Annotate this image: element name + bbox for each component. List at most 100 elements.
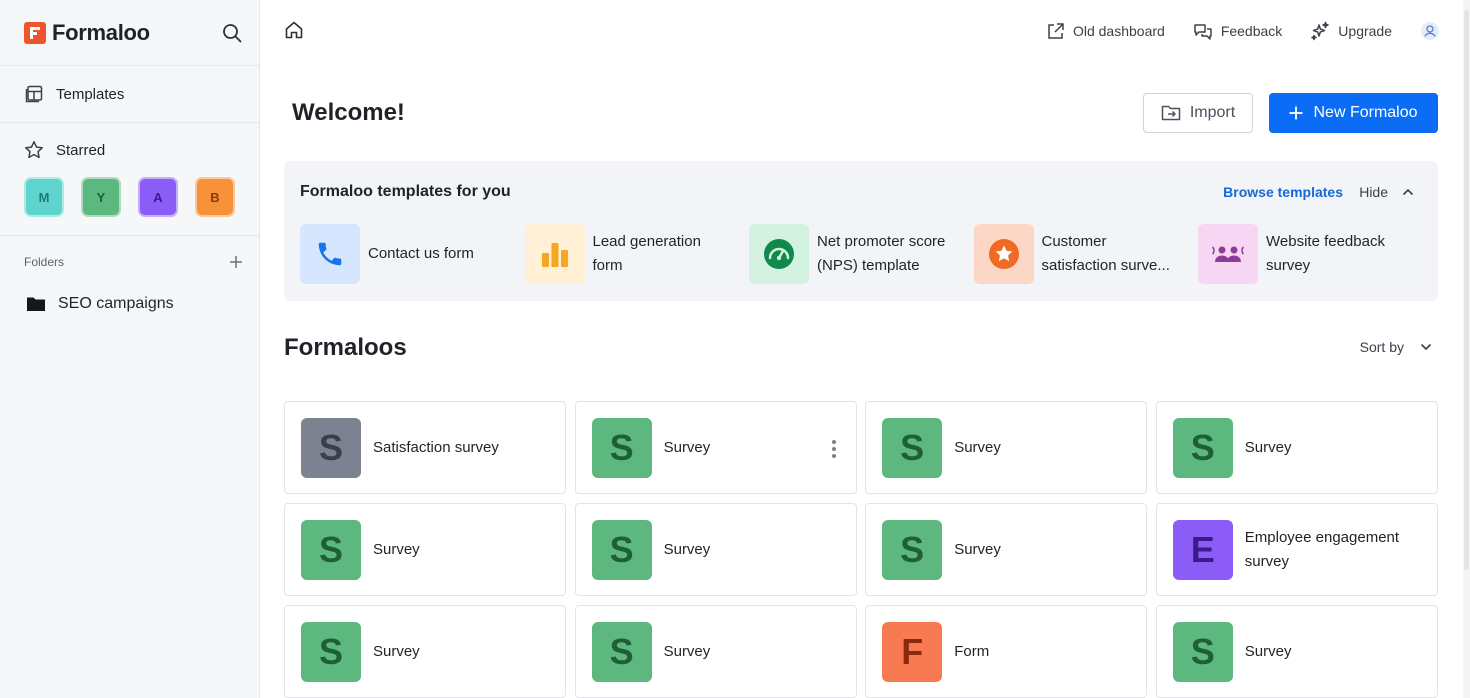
bar-chart-icon [524, 224, 585, 284]
external-link-icon [1048, 22, 1064, 39]
logo-row: Formaloo [0, 0, 259, 66]
folders-label: Folders [24, 255, 65, 269]
formaloo-card[interactable]: S Survey [284, 605, 566, 698]
page-title: Welcome! [292, 99, 405, 126]
formaloo-card-title: Survey [663, 642, 711, 660]
formaloo-card[interactable]: S Survey [1155, 401, 1438, 494]
templates-panel: Formaloo templates for you Browse templa… [284, 161, 1438, 301]
formaloo-card-title: Survey [954, 540, 1001, 558]
sort-by-dropdown[interactable]: Sort by [1360, 339, 1432, 355]
kebab-dot-icon [831, 447, 836, 451]
gauge-icon [749, 224, 809, 284]
main-content: Welcome! Import New Formaloo Formaloo te… [284, 66, 1438, 698]
starred-item-badge[interactable]: A [138, 177, 178, 217]
formaloo-letter-avatar: E [1172, 519, 1233, 580]
formaloo-card-title: Survey [954, 438, 1001, 456]
search-button[interactable] [222, 23, 242, 43]
plus-icon [1289, 106, 1303, 120]
add-folder-button[interactable] [229, 255, 243, 269]
user-avatar-button[interactable] [1420, 21, 1440, 41]
formaloo-card-title: Survey [1244, 642, 1292, 660]
chevron-down-icon [1420, 343, 1432, 351]
templates-section: Templates [0, 66, 259, 123]
template-card[interactable]: Website feedback survey [1198, 224, 1423, 284]
formaloo-card[interactable]: S Survey [574, 401, 857, 494]
formaloo-logo-icon [24, 21, 46, 44]
template-card[interactable]: Net promoter score (NPS) template [749, 224, 974, 284]
formaloo-letter-avatar: S [301, 621, 361, 682]
formaloo-letter-avatar: S [882, 519, 943, 580]
kebab-dot-icon [831, 440, 836, 444]
scroll-thumb[interactable] [1464, 10, 1469, 570]
formaloo-card[interactable]: S Survey [1155, 605, 1438, 698]
sparkles-icon [1311, 21, 1330, 41]
old-dashboard-link[interactable]: Old dashboard [1046, 22, 1165, 41]
upgrade-link[interactable]: Upgrade [1310, 21, 1392, 41]
import-folder-icon [1161, 105, 1181, 121]
section-title: Formaloos [284, 334, 407, 361]
feedback-label: Feedback [1220, 23, 1283, 39]
formaloo-card[interactable]: F Form [865, 605, 1148, 698]
import-button[interactable]: Import [1143, 93, 1253, 133]
formaloo-letter-avatar: S [301, 519, 361, 580]
formaloo-logo[interactable]: Formaloo [24, 20, 150, 46]
folders-header: Folders [0, 236, 259, 288]
feedback-link[interactable]: Feedback [1193, 22, 1282, 41]
template-card-label: Contact us form [368, 245, 474, 262]
formaloo-card[interactable]: S Satisfaction survey [284, 401, 566, 494]
starred-item-badge[interactable]: M [24, 177, 64, 217]
star-icon [25, 141, 43, 159]
template-card[interactable]: Lead generation form [524, 224, 750, 284]
formaloo-letter-avatar: S [1172, 417, 1233, 478]
starred-item-badge[interactable]: Y [81, 177, 121, 217]
old-dashboard-label: Old dashboard [1072, 23, 1165, 39]
starred-badges: MYAB [0, 163, 259, 217]
phone-icon [300, 224, 360, 284]
new-formaloo-label: New Formaloo [1313, 104, 1418, 121]
formaloo-card[interactable]: S Survey [574, 503, 857, 596]
formaloo-letter-avatar: F [882, 621, 943, 682]
templates-icon [25, 85, 43, 103]
folder-icon [27, 297, 45, 311]
formaloo-card-title: Form [954, 642, 990, 660]
hide-templates-button[interactable]: Hide [1359, 184, 1414, 200]
hide-label: Hide [1359, 184, 1388, 200]
sidebar-item-label: Starred [56, 141, 106, 159]
home-icon [285, 21, 303, 39]
formaloo-card-title: Survey [663, 438, 711, 456]
formaloo-card-title: Survey [373, 642, 420, 660]
formaloo-card[interactable]: S Survey [865, 503, 1148, 596]
template-card[interactable]: Contact us form [300, 224, 525, 284]
formaloo-card[interactable]: S Survey [574, 605, 857, 698]
starred-item-badge[interactable]: B [195, 177, 235, 217]
import-label: Import [1189, 104, 1236, 121]
folder-name: SEO campaigns [58, 295, 174, 312]
page-scrollbar[interactable] [1463, 0, 1470, 698]
formaloo-card-title: Survey [663, 540, 711, 558]
sidebar-item-starred[interactable]: Starred [0, 137, 259, 163]
welcome-row: Welcome! Import New Formaloo [284, 66, 1438, 161]
formaloo-card[interactable]: E Employee engagement survey [1155, 503, 1438, 596]
home-button[interactable] [284, 20, 304, 40]
card-more-options-button[interactable] [831, 440, 836, 458]
sidebar: Formaloo Templates Starred MYAB Folders … [0, 0, 260, 698]
sidebar-item-templates[interactable]: Templates [0, 66, 259, 122]
starred-section: Starred MYAB [0, 123, 259, 236]
template-card[interactable]: Customer satisfaction surve... [973, 224, 1199, 284]
top-bar: Old dashboard Feedback Upgrade [260, 0, 1470, 66]
folder-list: SEO campaigns [0, 288, 259, 320]
new-formaloo-button[interactable]: New Formaloo [1269, 93, 1438, 133]
browse-templates-link[interactable]: Browse templates [1223, 184, 1343, 200]
user-avatar-icon [1421, 22, 1439, 40]
template-card-label: Net promoter score (NPS) template [817, 233, 946, 274]
formaloo-card[interactable]: S Survey [865, 401, 1148, 494]
sidebar-folder-item[interactable]: SEO campaigns [0, 288, 259, 320]
sidebar-item-label: Templates [56, 85, 125, 103]
formaloo-card-title: Survey [373, 540, 420, 558]
formaloos-header: Formaloos Sort by [284, 301, 1438, 401]
template-cards: Contact us form Lead generation form Net p… [300, 224, 1423, 284]
formaloo-card[interactable]: S Survey [284, 503, 566, 596]
template-card-label: Website feedback survey [1266, 233, 1385, 274]
formaloo-card-title: Satisfaction survey [373, 438, 499, 456]
top-actions: Old dashboard Feedback Upgrade [1046, 21, 1440, 41]
